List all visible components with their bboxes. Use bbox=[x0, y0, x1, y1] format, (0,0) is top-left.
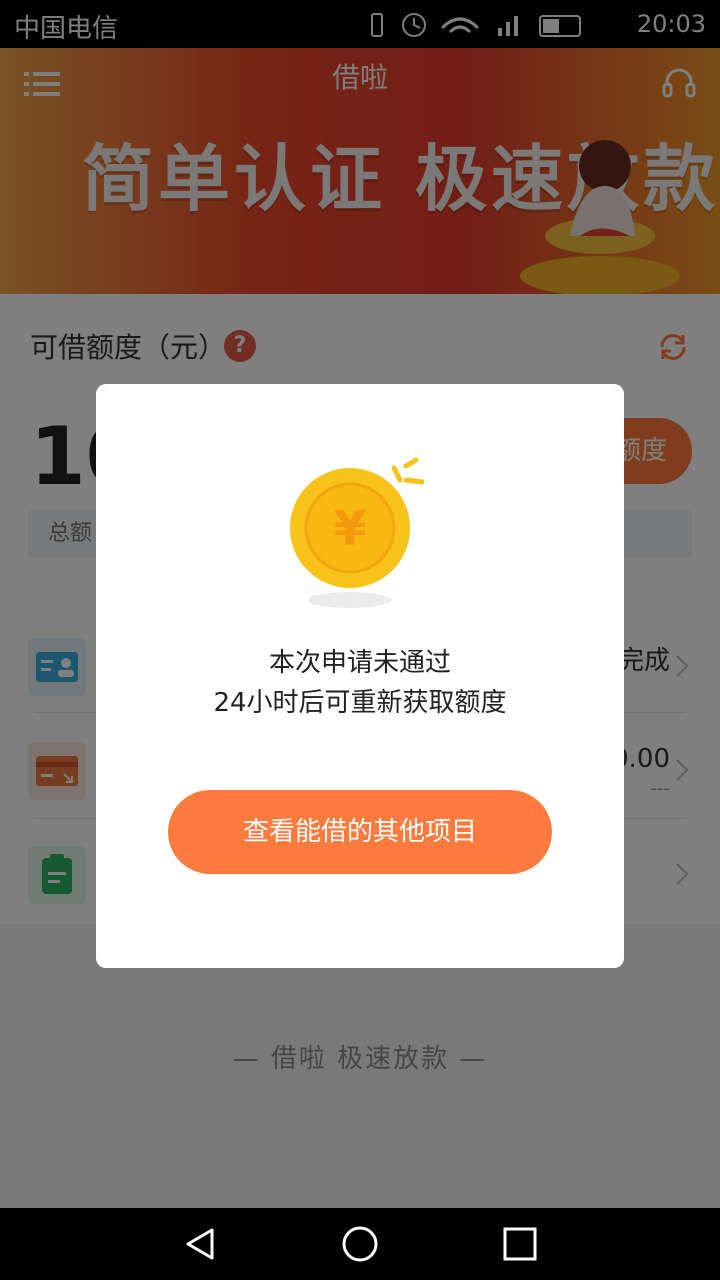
coin-symbol: ¥ bbox=[333, 501, 366, 557]
dialog-message-line1: 本次申请未通过 bbox=[268, 648, 451, 678]
view-other-projects-button[interactable]: 查看能借的其他项目 bbox=[168, 790, 552, 874]
dialog-message-line2: 24小时后可重新获取额度 bbox=[213, 688, 507, 718]
back-icon[interactable] bbox=[180, 1224, 220, 1264]
coin-icon: ¥ bbox=[290, 457, 425, 608]
system-nav-bar bbox=[0, 1208, 720, 1280]
rejection-dialog: ¥ 本次申请未通过 24小时后可重新获取额度 查看能借的其他项目 bbox=[96, 384, 624, 968]
recents-icon[interactable] bbox=[500, 1224, 540, 1264]
home-icon[interactable] bbox=[340, 1224, 380, 1264]
